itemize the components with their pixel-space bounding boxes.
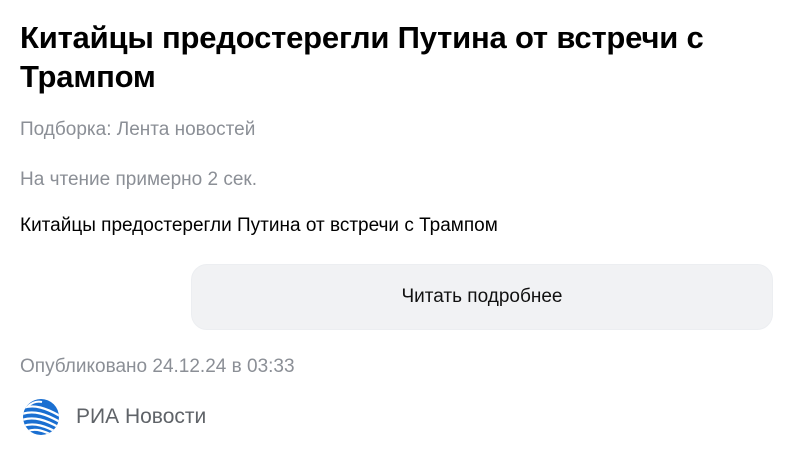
source-name: РИА Новости <box>76 405 207 428</box>
reading-time: На чтение примерно 2 сек. <box>20 169 257 190</box>
read-more-button[interactable]: Читать подробнее <box>191 264 773 330</box>
published-date: Опубликовано 24.12.24 в 03:33 <box>20 356 295 377</box>
article-summary: Китайцы предостерегли Путина от встречи … <box>20 215 498 236</box>
source-link[interactable]: РИА Новости <box>20 396 206 438</box>
article-title: Китайцы предостерегли Путина от встречи … <box>20 20 704 94</box>
collection-label: Подборка: Лента новостей <box>20 119 256 140</box>
ria-novosti-logo-icon <box>20 396 62 438</box>
